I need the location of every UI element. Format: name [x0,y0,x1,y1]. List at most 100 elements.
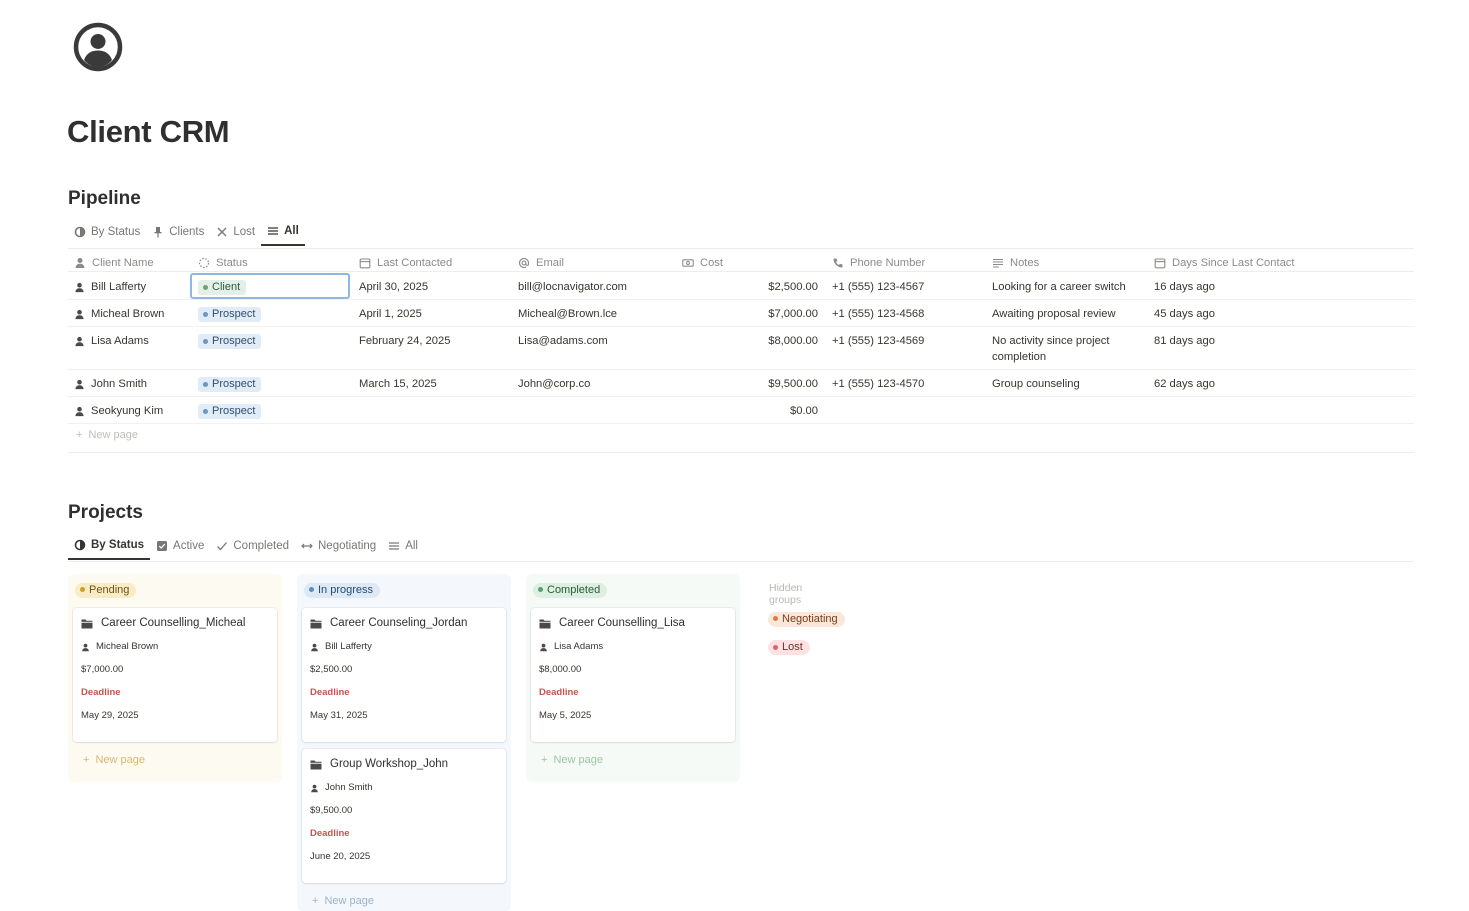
cost-cell[interactable]: $0.00 [676,397,826,423]
status-cell[interactable]: Prospect [190,327,352,369]
project-card[interactable]: Group Workshop_John John Smith $9,500.00… [302,749,506,883]
new-page-button[interactable]: + New page [83,754,277,766]
status-cell[interactable]: Prospect [190,300,352,326]
column-header-days-since[interactable]: Days Since Last Contact [1150,249,1310,271]
card-person: John Smith [310,782,498,793]
table-row[interactable]: Lisa Adams Prospect February 24, 2025 Li… [68,327,1414,370]
person-icon [75,282,84,293]
person-icon [82,643,89,651]
cost-cell[interactable]: $2,500.00 [676,273,826,299]
check-icon [217,542,228,551]
card-deadline-label: Deadline [81,687,121,698]
tab-active[interactable]: Active [150,532,210,560]
notes-cell[interactable]: No activity since project completion [988,327,1150,369]
client-name-cell[interactable]: Micheal Brown [68,300,190,326]
group-tag-negotiating[interactable]: Negotiating [768,611,845,627]
cost-cell[interactable]: $9,500.00 [676,370,826,396]
last-contacted-cell[interactable] [352,397,514,423]
client-name-cell[interactable]: Seokyung Kim [68,397,190,423]
column-header-last-contacted[interactable]: Last Contacted [352,249,514,271]
tab-clients[interactable]: Clients [146,218,210,246]
new-page-button[interactable]: + New page [312,895,506,907]
phone-cell[interactable]: +1 (555) 123-4568 [826,300,988,326]
plus-icon: + [541,754,548,766]
notes-cell[interactable]: Looking for a career switch [988,273,1150,299]
cost-cell[interactable]: $8,000.00 [676,327,826,369]
days-since-cell[interactable]: 16 days ago [1150,273,1310,299]
phone-cell[interactable]: +1 (555) 123-4569 [826,327,988,369]
tab-negotiating[interactable]: Negotiating [295,532,382,560]
card-title: Group Workshop_John [330,758,449,770]
group-tag-in-progress[interactable]: In progress [304,582,381,598]
project-card[interactable]: Career Counselling_Lisa Lisa Adams $8,00… [531,608,735,742]
last-contacted-cell[interactable]: March 15, 2025 [352,370,514,396]
cost-cell[interactable]: $7,000.00 [676,300,826,326]
last-contacted-cell[interactable]: April 1, 2025 [352,300,514,326]
card-title: Career Counselling_Micheal [101,617,246,629]
client-name-cell[interactable]: Lisa Adams [68,327,190,369]
person-icon [540,643,547,651]
email-cell[interactable]: Micheal@Brown.lce [514,300,676,326]
pipeline-view-tabs: By Status Clients Lost All [68,218,305,246]
column-header-notes[interactable]: Notes [988,249,1150,271]
tab-all[interactable]: All [382,532,424,560]
group-tag-lost[interactable]: Lost [768,640,810,655]
group-tag-pending[interactable]: Pending [75,582,137,598]
new-page-button[interactable]: + New page [76,429,138,441]
tab-label: Active [173,540,205,552]
person-icon [75,379,84,390]
phone-cell[interactable]: +1 (555) 123-4570 [826,370,988,396]
status-tag: Prospect [198,404,262,419]
tab-by-status[interactable]: By Status [68,532,151,560]
column-header-status[interactable]: Status [190,249,352,271]
tab-all[interactable]: All [261,218,305,246]
person-icon [75,257,85,268]
tab-completed[interactable]: Completed [210,532,295,560]
card-cost: $9,500.00 [310,805,353,816]
client-name-cell[interactable]: John Smith [68,370,190,396]
column-header-phone-number[interactable]: Phone Number [826,249,988,271]
table-row[interactable]: Seokyung Kim Prospect $0.00 [68,397,1414,424]
person-icon [75,309,84,320]
new-page-button[interactable]: + New page [541,754,735,766]
email-cell[interactable] [514,397,676,423]
group-tag-completed[interactable]: Completed [533,582,608,598]
email-cell[interactable]: bill@locnavigator.com [514,273,676,299]
status-icon [74,539,86,551]
pin-icon [154,227,162,238]
column-header-client-name[interactable]: Client Name [68,249,190,271]
folder-icon [81,619,93,628]
table-row[interactable]: John Smith Prospect March 15, 2025 John@… [68,370,1414,397]
last-contacted-cell[interactable]: April 30, 2025 [352,273,514,299]
tab-by-status[interactable]: By Status [68,218,146,246]
board-column-in-progress: In progress Career Counseling_Jordan Bil… [297,574,511,911]
column-header-cost[interactable]: Cost [676,249,826,271]
table-row[interactable]: Micheal Brown Prospect April 1, 2025 Mic… [68,300,1414,327]
page-title: Client CRM [67,114,230,149]
phone-icon [833,258,843,267]
email-cell[interactable]: John@corp.co [514,370,676,396]
days-since-cell[interactable]: 45 days ago [1150,300,1310,326]
notes-cell[interactable]: Awaiting proposal review [988,300,1150,326]
days-since-cell[interactable]: 62 days ago [1150,370,1310,396]
status-cell[interactable]: Client [190,273,352,299]
project-card[interactable]: Career Counseling_Jordan Bill Lafferty $… [302,608,506,742]
table-row[interactable]: Bill Lafferty Client April 30, 2025 bill… [68,273,1414,300]
client-name-cell[interactable]: Bill Lafferty [68,273,190,299]
tab-label: All [284,225,299,237]
last-contacted-cell[interactable]: February 24, 2025 [352,327,514,369]
notes-cell[interactable] [988,397,1150,423]
days-since-cell[interactable] [1150,397,1310,423]
tab-lost[interactable]: Lost [210,218,261,246]
phone-cell[interactable]: +1 (555) 123-4567 [826,273,988,299]
status-cell[interactable]: Prospect [190,397,352,423]
email-cell[interactable]: Lisa@adams.com [514,327,676,369]
days-since-cell[interactable]: 81 days ago [1150,327,1310,369]
column-header-email[interactable]: Email [514,249,676,271]
project-card[interactable]: Career Counselling_Micheal Micheal Brown… [73,608,277,742]
table-header: Client Name Status Last Contacted Email … [68,248,1414,272]
notes-cell[interactable]: Group counseling [988,370,1150,396]
status-cell[interactable]: Prospect [190,370,352,396]
phone-cell[interactable] [826,397,988,423]
card-deadline-label: Deadline [310,828,350,839]
